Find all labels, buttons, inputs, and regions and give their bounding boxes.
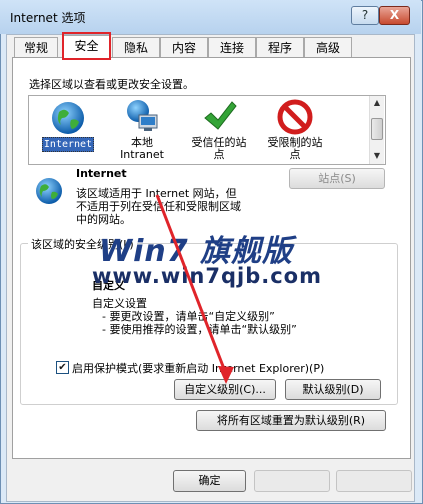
annotation-arrow — [155, 194, 234, 384]
